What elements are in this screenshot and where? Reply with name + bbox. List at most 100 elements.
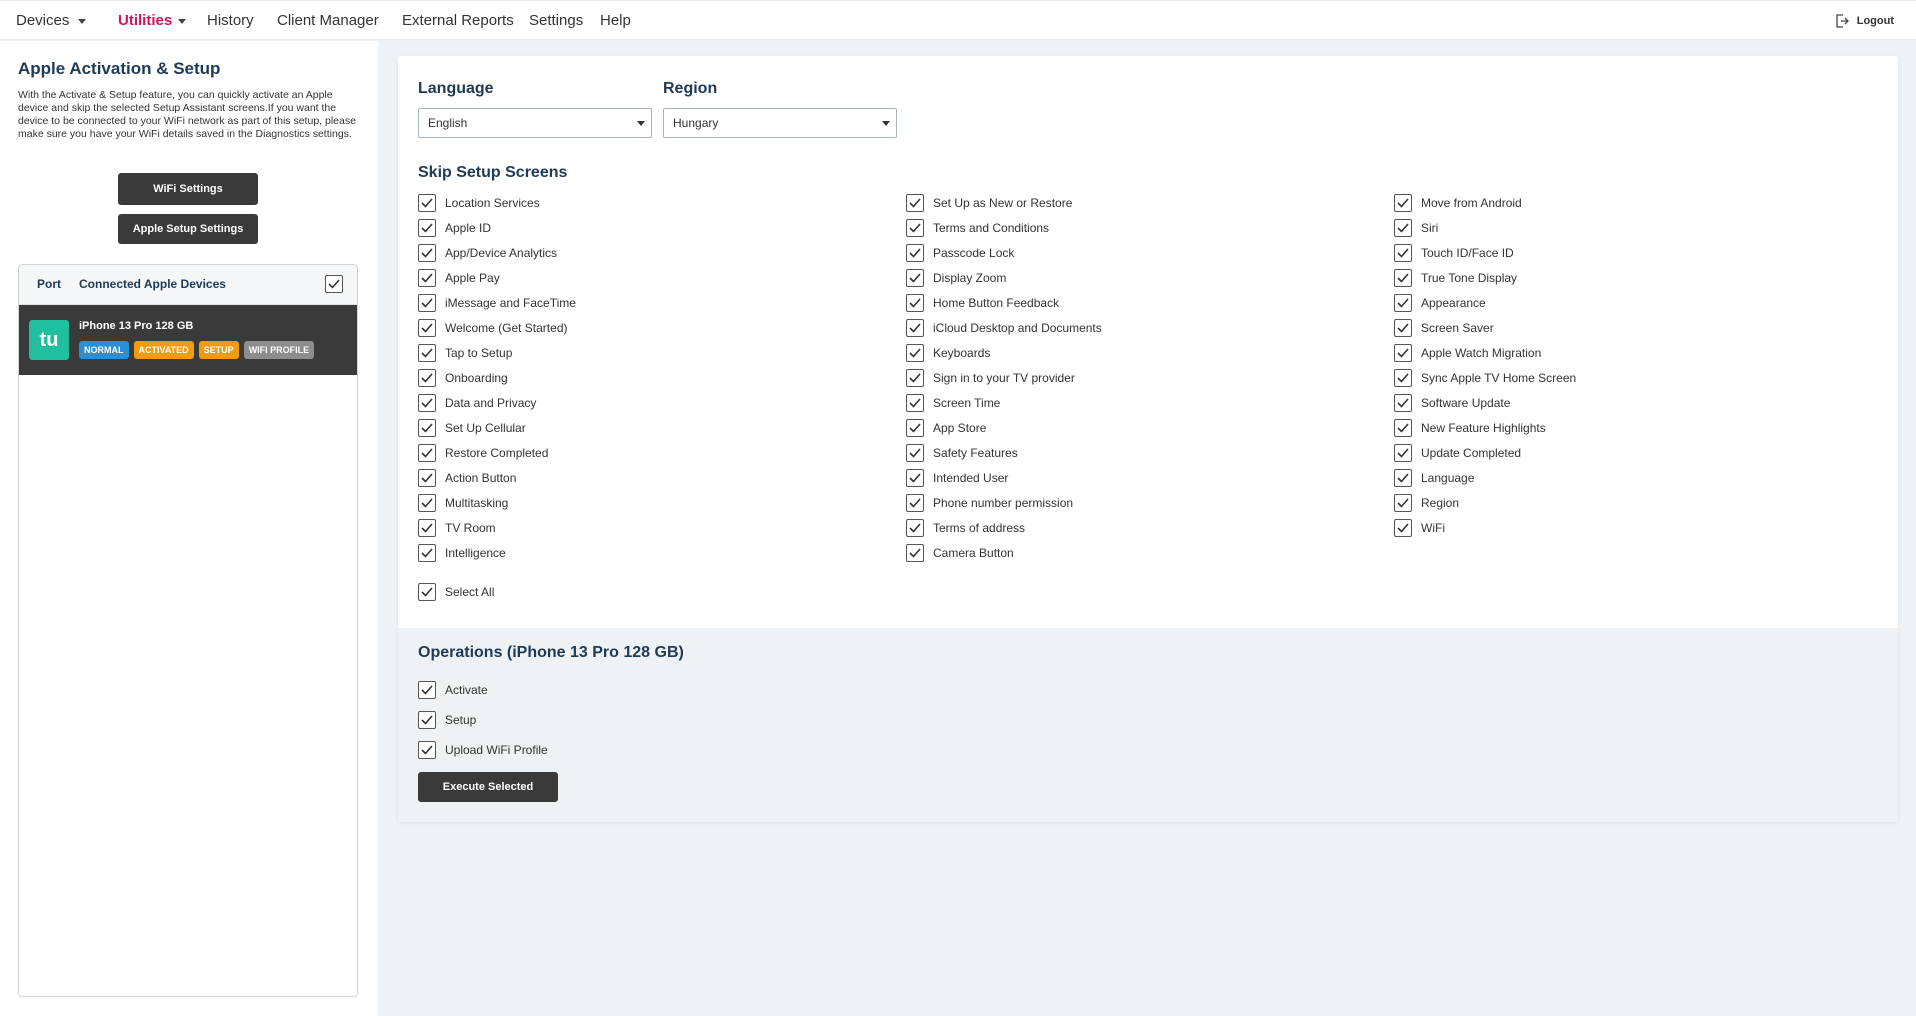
checkbox-wifi[interactable]: WiFi [1394, 518, 1445, 538]
checkbox[interactable] [1394, 344, 1412, 362]
checkbox-screen-saver[interactable]: Screen Saver [1394, 318, 1494, 338]
checkbox-touch-id-face-id[interactable]: Touch ID/Face ID [1394, 243, 1514, 263]
checkbox[interactable] [418, 544, 436, 562]
checkbox[interactable] [1394, 394, 1412, 412]
checkbox[interactable] [418, 444, 436, 462]
checkbox[interactable] [418, 344, 436, 362]
checkbox-appearance[interactable]: Appearance [1394, 293, 1486, 313]
checkbox-apple-pay[interactable]: Apple Pay [418, 268, 500, 288]
checkbox-new-feature-highlights[interactable]: New Feature Highlights [1394, 418, 1546, 438]
nav-settings[interactable]: Settings [529, 1, 583, 41]
checkbox[interactable] [1394, 419, 1412, 437]
checkbox[interactable] [906, 294, 924, 312]
checkbox[interactable] [418, 244, 436, 262]
checkbox[interactable] [1394, 494, 1412, 512]
checkbox-update-completed[interactable]: Update Completed [1394, 443, 1521, 463]
device-row[interactable]: tu iPhone 13 Pro 128 GB NORMAL ACTIVATED S… [19, 305, 357, 375]
checkbox[interactable] [1394, 194, 1412, 212]
checkbox-home-button-feedback[interactable]: Home Button Feedback [906, 293, 1059, 313]
checkbox-data-and-privacy[interactable]: Data and Privacy [418, 393, 536, 413]
checkbox-multitasking[interactable]: Multitasking [418, 493, 508, 513]
checkbox-activate[interactable]: Activate [418, 680, 488, 700]
checkbox[interactable] [418, 711, 436, 729]
checkbox-action-button[interactable]: Action Button [418, 468, 516, 488]
select-all-devices-checkbox[interactable] [325, 275, 343, 293]
devices-chevron-down-icon[interactable] [78, 19, 86, 24]
checkbox[interactable] [906, 344, 924, 362]
checkbox-onboarding[interactable]: Onboarding [418, 368, 508, 388]
checkbox[interactable] [418, 269, 436, 287]
checkbox-camera-button[interactable]: Camera Button [906, 543, 1014, 563]
checkbox-apple-watch-migration[interactable]: Apple Watch Migration [1394, 343, 1541, 363]
logout-button[interactable]: Logout [1835, 1, 1894, 41]
checkbox[interactable] [906, 494, 924, 512]
checkbox-sign-in-to-your-tv-provider[interactable]: Sign in to your TV provider [906, 368, 1075, 388]
nav-external-reports[interactable]: External Reports [402, 1, 514, 41]
checkbox[interactable] [1394, 469, 1412, 487]
checkbox-phone-number-permission[interactable]: Phone number permission [906, 493, 1073, 513]
checkbox-app-store[interactable]: App Store [906, 418, 986, 438]
checkbox[interactable] [1394, 269, 1412, 287]
checkbox[interactable] [906, 544, 924, 562]
checkbox[interactable] [1394, 219, 1412, 237]
checkbox-imessage-and-facetime[interactable]: iMessage and FaceTime [418, 293, 576, 313]
checkbox-upload-wifi-profile[interactable]: Upload WiFi Profile [418, 740, 548, 760]
checkbox[interactable] [906, 194, 924, 212]
checkbox[interactable] [1394, 444, 1412, 462]
nav-client-manager[interactable]: Client Manager [277, 1, 379, 41]
checkbox[interactable] [906, 519, 924, 537]
checkbox-display-zoom[interactable]: Display Zoom [906, 268, 1006, 288]
checkbox[interactable] [418, 681, 436, 699]
checkbox[interactable] [418, 369, 436, 387]
checkbox-terms-of-address[interactable]: Terms of address [906, 518, 1025, 538]
checkbox-safety-features[interactable]: Safety Features [906, 443, 1018, 463]
checkbox[interactable] [418, 419, 436, 437]
checkbox[interactable] [1394, 369, 1412, 387]
select-all-checkbox[interactable]: Select All [418, 582, 494, 602]
checkbox[interactable] [906, 369, 924, 387]
nav-help[interactable]: Help [600, 1, 631, 41]
checkbox-keyboards[interactable]: Keyboards [906, 343, 990, 363]
region-select[interactable]: Hungary [663, 108, 897, 138]
checkbox-intelligence[interactable]: Intelligence [418, 543, 506, 563]
checkbox[interactable] [418, 583, 436, 601]
checkbox[interactable] [1394, 319, 1412, 337]
checkbox-siri[interactable]: Siri [1394, 218, 1438, 238]
checkbox-welcome-get-started[interactable]: Welcome (Get Started) [418, 318, 567, 338]
checkbox-move-from-android[interactable]: Move from Android [1394, 193, 1522, 213]
checkbox[interactable] [1394, 294, 1412, 312]
checkbox[interactable] [418, 394, 436, 412]
checkbox[interactable] [906, 419, 924, 437]
checkbox[interactable] [418, 319, 436, 337]
checkbox-intended-user[interactable]: Intended User [906, 468, 1008, 488]
checkbox-setup[interactable]: Setup [418, 710, 476, 730]
wifi-settings-button[interactable]: WiFi Settings [118, 173, 258, 205]
execute-selected-button[interactable]: Execute Selected [418, 772, 558, 802]
checkbox-true-tone-display[interactable]: True Tone Display [1394, 268, 1517, 288]
nav-utilities[interactable]: Utilities [118, 1, 172, 41]
checkbox-screen-time[interactable]: Screen Time [906, 393, 1000, 413]
checkbox-passcode-lock[interactable]: Passcode Lock [906, 243, 1014, 263]
checkbox[interactable] [418, 219, 436, 237]
checkbox-tv-room[interactable]: TV Room [418, 518, 496, 538]
checkbox[interactable] [906, 319, 924, 337]
checkbox-software-update[interactable]: Software Update [1394, 393, 1510, 413]
checkbox-sync-apple-tv-home-screen[interactable]: Sync Apple TV Home Screen [1394, 368, 1576, 388]
checkbox[interactable] [418, 194, 436, 212]
checkbox[interactable] [418, 494, 436, 512]
checkbox-apple-id[interactable]: Apple ID [418, 218, 491, 238]
apple-setup-settings-button[interactable]: Apple Setup Settings [118, 214, 258, 244]
nav-history[interactable]: History [207, 1, 254, 41]
checkbox-restore-completed[interactable]: Restore Completed [418, 443, 548, 463]
checkbox-tap-to-setup[interactable]: Tap to Setup [418, 343, 512, 363]
language-select[interactable]: English [418, 108, 652, 138]
checkbox[interactable] [906, 394, 924, 412]
checkbox[interactable] [1394, 244, 1412, 262]
nav-devices[interactable]: Devices [16, 1, 69, 41]
checkbox-terms-and-conditions[interactable]: Terms and Conditions [906, 218, 1049, 238]
checkbox[interactable] [906, 469, 924, 487]
checkbox[interactable] [906, 244, 924, 262]
checkbox-region[interactable]: Region [1394, 493, 1459, 513]
checkbox[interactable] [418, 294, 436, 312]
checkbox-set-up-cellular[interactable]: Set Up Cellular [418, 418, 526, 438]
